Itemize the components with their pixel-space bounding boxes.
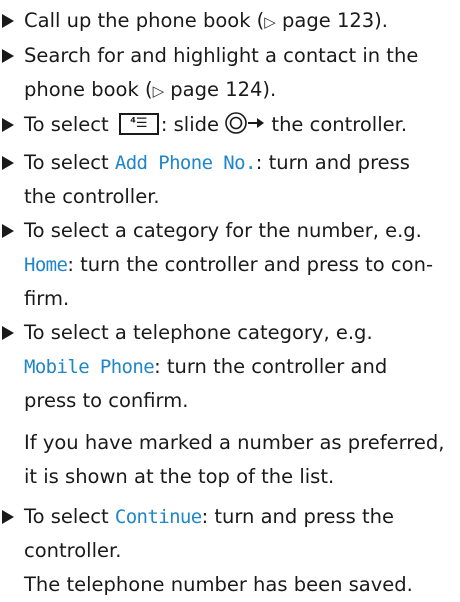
- bullet-arrow-icon: [2, 14, 14, 28]
- step-text: the controller.: [265, 113, 408, 136]
- step-select-key: To select ⁴☰ : slide the controller.: [0, 108, 460, 146]
- bullet-arrow-icon: [2, 224, 14, 238]
- step-text: To select: [24, 151, 115, 174]
- step-text-line1: Search for and highlight a contact in th…: [24, 44, 419, 67]
- instruction-page: Call up the phone book (▷ page 123). Sea…: [0, 4, 460, 602]
- menu-item-home: Home: [24, 254, 68, 276]
- bullet-arrow-icon: [2, 326, 14, 340]
- step-text: : turn and press the: [201, 505, 394, 528]
- step-search-contact: Search for and highlight a contact in th…: [0, 39, 460, 108]
- bullet-arrow-icon: [2, 49, 14, 63]
- phonebook-entry-key-icon: ⁴☰: [118, 113, 159, 135]
- step-text: To select: [24, 113, 115, 136]
- note-line1: If you have marked a number as preferred…: [24, 431, 445, 454]
- step-text: : slide: [160, 113, 226, 136]
- controller-slide-right-icon: [225, 111, 265, 146]
- step-text: : turn and press: [255, 151, 410, 174]
- bullet-arrow-icon: [2, 156, 14, 170]
- step-text: Call up the phone book (: [24, 9, 265, 32]
- step-text-line2: the controller.: [24, 185, 160, 208]
- menu-item-mobile-phone: Mobile Phone: [24, 356, 155, 378]
- result-text: The telephone number has been saved.: [24, 573, 413, 596]
- menu-item-add-phone-no: Add Phone No.: [114, 152, 257, 174]
- bullet-arrow-icon: [2, 118, 14, 132]
- page-ref-text: page 124).: [164, 78, 277, 101]
- menu-item-continue: Continue: [114, 506, 202, 528]
- page-ref-triangle-icon: ▷: [264, 13, 276, 31]
- bullet-arrow-icon: [2, 510, 14, 524]
- step-text-line1: To select a category for the number, e.g…: [24, 219, 422, 242]
- page-ref-text: page 123).: [275, 9, 388, 32]
- step-continue: To select Continue: turn and press the c…: [0, 500, 460, 568]
- step-text: : turn the controller and: [154, 355, 388, 378]
- note-line2: it is shown at the top of the list.: [24, 465, 335, 488]
- step-add-phone-no: To select Add Phone No.: turn and press …: [0, 146, 460, 214]
- step-text-line3: firm.: [24, 287, 70, 310]
- step-text-line3: press to confirm.: [24, 389, 189, 412]
- step-text-line2: phone book (: [24, 78, 153, 101]
- step-select-category: To select a category for the number, e.g…: [0, 214, 460, 316]
- preferred-number-note: If you have marked a number as preferred…: [0, 426, 460, 494]
- step-text-line2: controller.: [24, 539, 122, 562]
- page-ref-triangle-icon: ▷: [152, 82, 165, 100]
- step-text: : turn the controller and press to con-: [67, 253, 433, 276]
- step-call-phonebook: Call up the phone book (▷ page 123).: [0, 4, 460, 39]
- step-text: To select: [24, 505, 115, 528]
- step-text-line1: To select a telephone category, e.g.: [24, 321, 373, 344]
- key-glyph: ⁴☰: [130, 116, 148, 131]
- step-select-telephone-category: To select a telephone category, e.g. Mob…: [0, 316, 460, 418]
